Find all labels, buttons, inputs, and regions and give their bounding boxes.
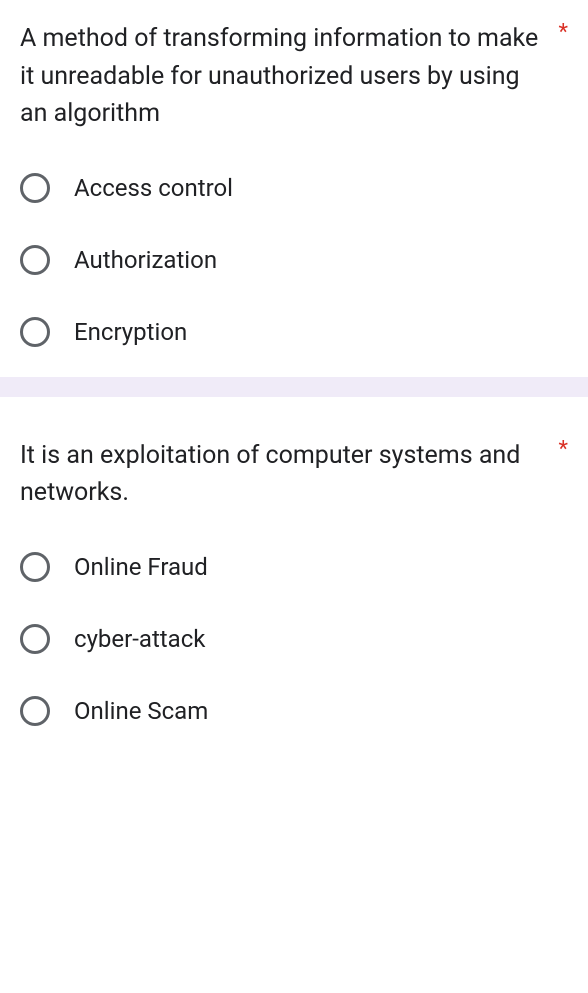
question-header: A method of transforming information to … bbox=[20, 20, 568, 133]
radio-option-online-fraud[interactable]: Online Fraud bbox=[20, 552, 568, 582]
radio-icon bbox=[20, 245, 50, 275]
option-label: Authorization bbox=[74, 246, 217, 274]
options-group: Online Fraud cyber-attack Online Scam bbox=[20, 552, 568, 726]
radio-icon bbox=[20, 696, 50, 726]
radio-option-access-control[interactable]: Access control bbox=[20, 173, 568, 203]
radio-option-authorization[interactable]: Authorization bbox=[20, 245, 568, 275]
question-separator bbox=[0, 377, 588, 397]
required-indicator: * bbox=[559, 437, 568, 463]
option-label: Online Fraud bbox=[74, 553, 208, 581]
radio-option-cyber-attack[interactable]: cyber-attack bbox=[20, 624, 568, 654]
option-label: Online Scam bbox=[74, 697, 208, 725]
option-label: cyber-attack bbox=[74, 625, 205, 653]
options-group: Access control Authorization Encryption bbox=[20, 173, 568, 347]
radio-icon bbox=[20, 173, 50, 203]
question-card-2: It is an exploitation of computer system… bbox=[0, 397, 588, 756]
required-indicator: * bbox=[559, 20, 568, 46]
radio-icon bbox=[20, 552, 50, 582]
radio-icon bbox=[20, 317, 50, 347]
question-card-1: A method of transforming information to … bbox=[0, 0, 588, 377]
question-text: A method of transforming information to … bbox=[20, 20, 549, 133]
option-label: Encryption bbox=[74, 318, 187, 346]
radio-icon bbox=[20, 624, 50, 654]
question-text: It is an exploitation of computer system… bbox=[20, 437, 549, 512]
question-header: It is an exploitation of computer system… bbox=[20, 437, 568, 512]
radio-option-online-scam[interactable]: Online Scam bbox=[20, 696, 568, 726]
option-label: Access control bbox=[74, 174, 233, 202]
radio-option-encryption[interactable]: Encryption bbox=[20, 317, 568, 347]
